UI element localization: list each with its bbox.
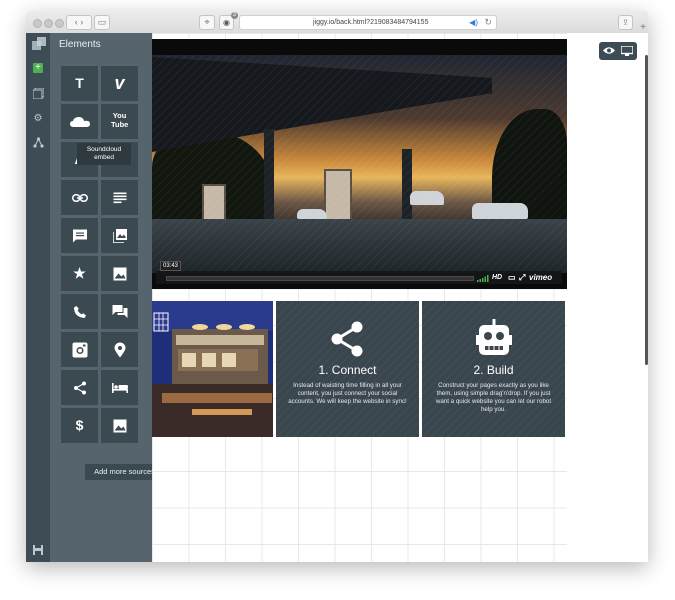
hotel-tile[interactable] bbox=[101, 370, 138, 405]
address-bar[interactable]: jiggy.io/back.html?219083484794155 ◀) ↻ bbox=[239, 15, 497, 30]
star-tile[interactable]: ★ bbox=[61, 256, 98, 291]
settings-gear-icon[interactable]: ⚙ bbox=[32, 113, 44, 125]
audio-icon[interactable]: ◀) bbox=[469, 16, 478, 29]
card-body: Construct your pages exactly as you like… bbox=[435, 382, 552, 413]
instagram-icon bbox=[72, 342, 87, 357]
paragraph-tile[interactable] bbox=[101, 180, 138, 215]
soundcloud-tooltip: Soundcloud embed bbox=[77, 143, 131, 165]
text-tile[interactable]: T bbox=[61, 66, 98, 101]
share-icon bbox=[331, 321, 363, 357]
preview-eye-icon[interactable] bbox=[603, 46, 615, 55]
restaurant-photo[interactable] bbox=[152, 301, 273, 437]
location-pin-icon bbox=[114, 342, 125, 357]
video-progress-bar[interactable] bbox=[166, 276, 474, 281]
vimeo-tile[interactable]: v bbox=[101, 66, 138, 101]
card-title: 2. Build bbox=[473, 363, 514, 377]
desktop-view-icon[interactable] bbox=[621, 46, 633, 56]
volume-icon[interactable] bbox=[477, 274, 489, 282]
share-icon bbox=[73, 381, 86, 394]
comment-icon bbox=[72, 229, 87, 242]
chat-tile[interactable] bbox=[101, 294, 138, 329]
picture-tile[interactable] bbox=[101, 408, 138, 443]
add-element-icon[interactable]: + bbox=[33, 63, 43, 73]
back-forward-buttons[interactable]: ‹ › bbox=[66, 15, 92, 30]
sidebar-toggle-button[interactable]: ▭ bbox=[94, 15, 110, 30]
reload-icon[interactable]: ↻ bbox=[484, 16, 492, 29]
gallery-tile[interactable] bbox=[101, 218, 138, 253]
image-icon bbox=[113, 419, 126, 432]
card-title: 1. Connect bbox=[318, 363, 377, 377]
vimeo-logo[interactable]: vimeo bbox=[529, 272, 552, 283]
restaurant-image bbox=[152, 301, 273, 437]
browser-titlebar: ‹ › ▭ ⌖ ◉ 3 jiggy.io/back.html?2190834847… bbox=[26, 11, 648, 34]
youtube-tile[interactable]: You Tube bbox=[101, 104, 138, 139]
instagram-tile[interactable] bbox=[61, 332, 98, 367]
image-tile[interactable] bbox=[101, 256, 138, 291]
dollar-tile[interactable]: $ bbox=[61, 408, 98, 443]
robot-icon bbox=[476, 319, 512, 355]
link-icon bbox=[71, 193, 88, 202]
pages-icon[interactable] bbox=[32, 87, 44, 100]
card-body: Instead of waisting time filling in all … bbox=[288, 382, 407, 405]
connect-card[interactable]: 1. Connect Instead of waisting time fill… bbox=[276, 301, 419, 437]
url-text: jiggy.io/back.html?219083484794155 bbox=[313, 19, 429, 26]
image-icon bbox=[113, 267, 126, 280]
soundcloud-icon bbox=[69, 116, 90, 127]
phone-icon bbox=[73, 305, 86, 318]
text-icon: T bbox=[75, 75, 84, 91]
gallery-icon bbox=[112, 228, 127, 243]
video-time: 03:43 bbox=[160, 261, 182, 271]
new-tab-icon[interactable]: + bbox=[638, 22, 648, 33]
browser-window: ‹ › ▭ ⌖ ◉ 3 jiggy.io/back.html?2190834847… bbox=[26, 11, 648, 562]
preview-toolbar bbox=[599, 42, 637, 60]
bed-icon bbox=[111, 382, 128, 393]
phone-tile[interactable] bbox=[61, 294, 98, 329]
vimeo-video-player[interactable]: 03:43 HD ▭ ⤢ vimeo bbox=[152, 39, 567, 289]
panel-title: Elements bbox=[59, 39, 101, 50]
minimize-window-dot[interactable] bbox=[44, 19, 53, 28]
elements-panel: Elements T v You Tube A T Soundcloud emb… bbox=[50, 33, 164, 562]
fullscreen-icon[interactable]: ⤢ bbox=[519, 272, 525, 283]
location-tile[interactable] bbox=[101, 332, 138, 367]
star-icon: ★ bbox=[73, 265, 86, 281]
share-tile[interactable] bbox=[61, 370, 98, 405]
link-tile[interactable] bbox=[61, 180, 98, 215]
comment-tile[interactable] bbox=[61, 218, 98, 253]
share-icon[interactable]: ⇪ bbox=[618, 15, 633, 30]
editor-canvas[interactable]: 03:43 HD ▭ ⤢ vimeo 1. Connect Instead of… bbox=[152, 33, 648, 562]
chat-icon bbox=[112, 304, 127, 318]
extension-icon[interactable]: ⌖ bbox=[199, 15, 215, 30]
tool-rail: + ⚙ bbox=[26, 33, 50, 562]
youtube-icon: You Tube bbox=[111, 111, 129, 129]
sitemap-icon[interactable] bbox=[32, 137, 44, 149]
canvas-scrollbar[interactable] bbox=[645, 55, 648, 365]
save-icon[interactable] bbox=[32, 545, 44, 557]
canvas-margin bbox=[567, 33, 648, 562]
zoom-window-dot[interactable] bbox=[55, 19, 64, 28]
hd-button[interactable]: HD bbox=[492, 272, 502, 283]
video-overlay-pattern bbox=[152, 55, 567, 273]
embed-icon[interactable]: ▭ bbox=[508, 272, 516, 283]
app-logo-icon bbox=[32, 37, 46, 50]
close-window-dot[interactable] bbox=[33, 19, 42, 28]
dollar-icon: $ bbox=[75, 417, 84, 433]
build-card[interactable]: 2. Build Construct your pages exactly as… bbox=[422, 301, 565, 437]
paragraph-lines-icon bbox=[113, 192, 126, 203]
vimeo-icon: v bbox=[114, 73, 125, 93]
soundcloud-tile[interactable] bbox=[61, 104, 98, 139]
privacy-badge-icon[interactable]: ◉ 3 bbox=[219, 12, 238, 30]
